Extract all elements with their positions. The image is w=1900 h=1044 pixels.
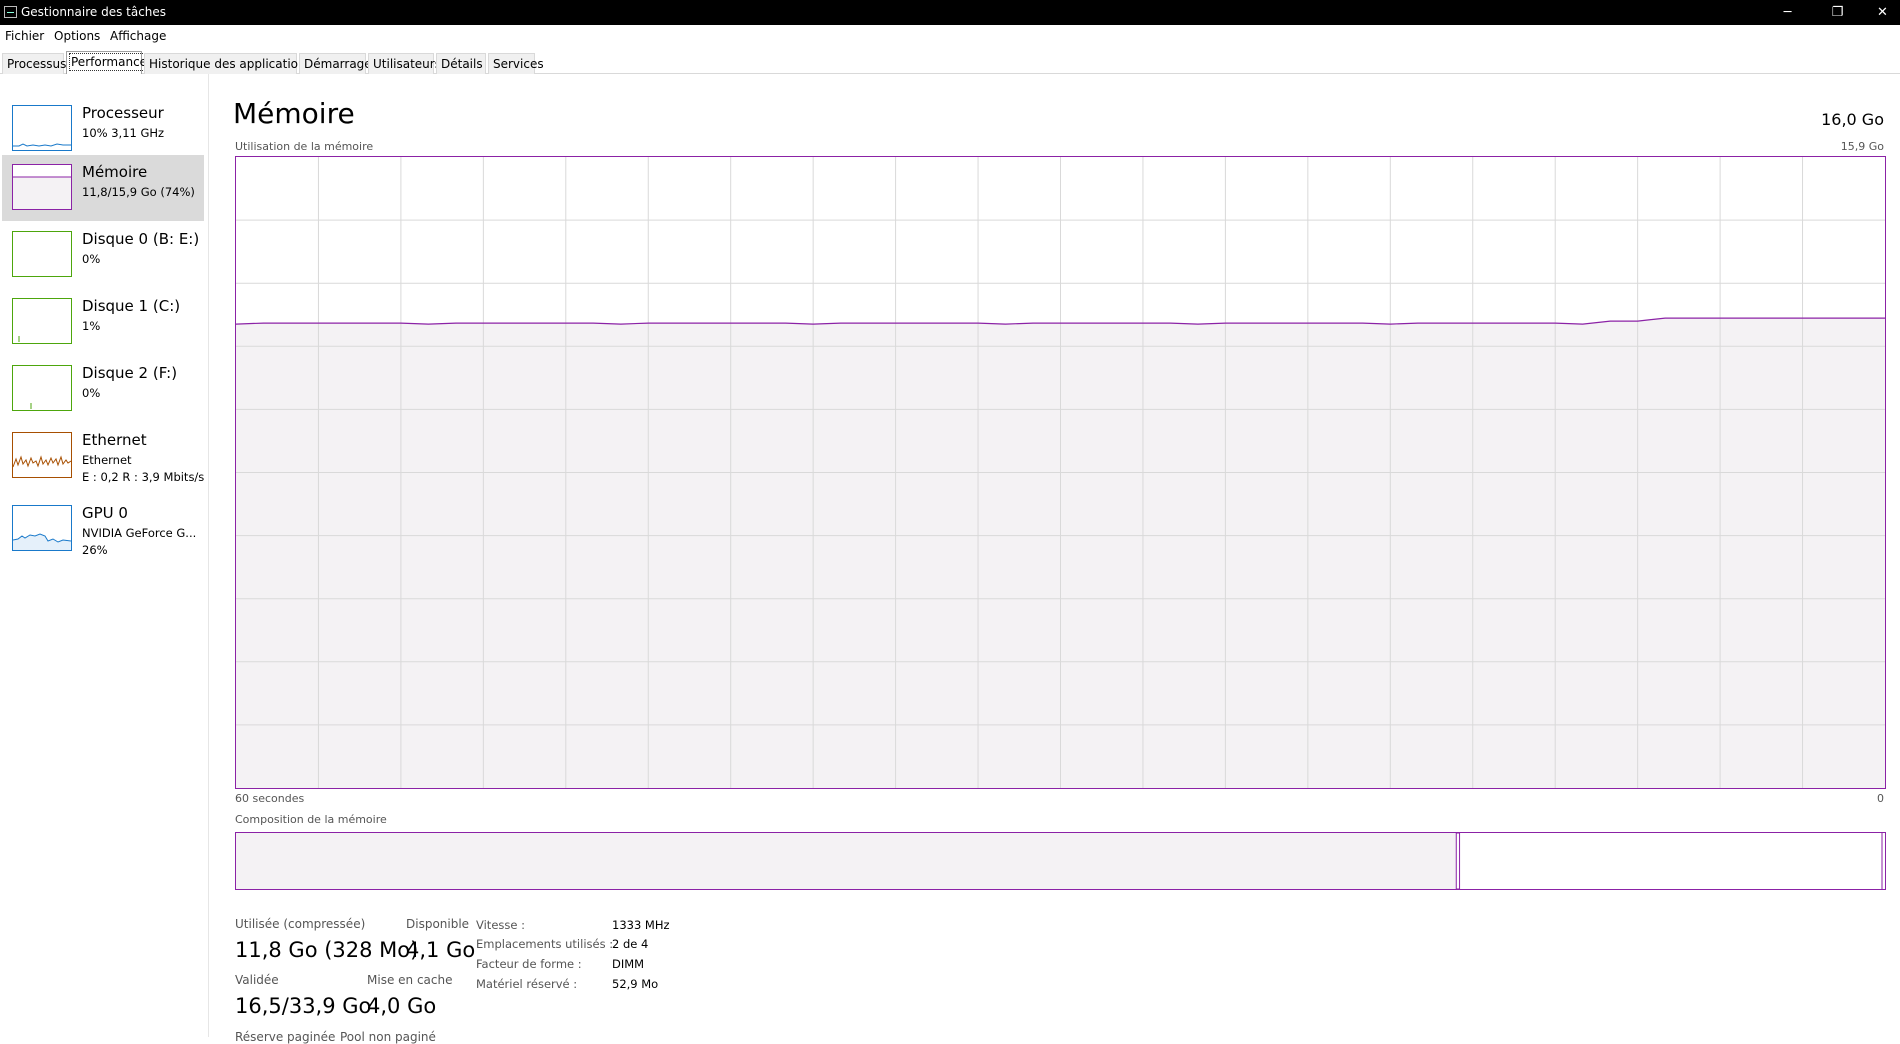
reserved-label: Matériel réservé : (476, 977, 578, 991)
composition-used (236, 833, 1457, 889)
committed-label: Validée (235, 973, 279, 987)
menu-fichier[interactable]: Fichier (5, 29, 44, 43)
gpu-graph-icon (12, 505, 72, 551)
sidebar-item-sub: 10% 3,11 GHz (82, 126, 165, 140)
restore-button[interactable]: ❐ (1815, 0, 1860, 25)
paged-pool-label: Réserve paginée (235, 1030, 336, 1044)
sidebar-item-sub: Ethernet (82, 453, 132, 467)
sidebar-item-sub: 1% (82, 319, 101, 333)
composition-modified (1455, 832, 1461, 890)
time-axis-left: 60 secondes (235, 792, 305, 805)
tab-utilisateurs[interactable]: Utilisateurs (368, 53, 441, 74)
sidebar-item-title: Ethernet (82, 431, 147, 449)
menu-affichage[interactable]: Affichage (110, 29, 166, 43)
sidebar-item-title: Mémoire (82, 163, 148, 181)
page-title: Mémoire (233, 97, 355, 130)
sidebar-item-disque-1[interactable]: Disque 1 (C:) 1% (2, 289, 204, 355)
sidebar-item-sub: 0% (82, 386, 101, 400)
disk-graph-icon (12, 298, 72, 344)
used-value: 11,8 Go (328 Mo) (235, 938, 419, 962)
memory-composition-bar (235, 832, 1886, 890)
memory-graph-icon (12, 164, 72, 210)
sidebar-item-sub2: E : 0,2 R : 3,9 Mbits/s (82, 470, 205, 484)
sidebar-item-ethernet[interactable]: Ethernet Ethernet E : 0,2 R : 3,9 Mbits/… (2, 423, 204, 489)
disk-graph-icon (12, 231, 72, 277)
sidebar-item-memoire[interactable]: Mémoire 11,8/15,9 Go (74%) (2, 155, 204, 221)
tab-demarrage[interactable]: Démarrage (299, 53, 372, 74)
menu-options[interactable]: Options (54, 29, 100, 43)
tab-services[interactable]: Services (488, 53, 544, 74)
disk-graph-icon (12, 365, 72, 411)
speed-value: 1333 MHz (612, 918, 670, 932)
tab-bar: Processus Performance Historique des app… (0, 51, 1900, 74)
slots-label: Emplacements utilisés : (476, 937, 614, 951)
sidebar-item-title: Disque 0 (B: E:) (82, 230, 200, 248)
available-label: Disponible (406, 917, 470, 931)
sidebar-item-title: Disque 2 (F:) (82, 364, 178, 382)
reserved-value: 52,9 Mo (612, 977, 659, 991)
sidebar-item-title: GPU 0 (82, 504, 128, 522)
title-bar: Gestionnaire des tâches ─ ❐ ✕ (0, 0, 1900, 25)
sidebar-item-title: Processeur (82, 104, 164, 122)
tab-details[interactable]: Détails (436, 53, 486, 74)
speed-label: Vitesse : (476, 918, 525, 932)
usage-graph-label: Utilisation de la mémoire (235, 140, 374, 153)
tab-historique[interactable]: Historique des applications (144, 53, 312, 74)
cached-value: 4,0 Go (367, 994, 437, 1018)
cpu-graph-icon (12, 105, 72, 151)
form-factor-label: Facteur de forme : (476, 957, 582, 971)
tab-performance[interactable]: Performance (66, 51, 150, 74)
window-title: Gestionnaire des tâches (21, 5, 167, 19)
available-value: 4,1 Go (406, 938, 476, 962)
close-button[interactable]: ✕ (1860, 0, 1900, 25)
slots-value: 2 de 4 (612, 937, 649, 951)
composition-plot (236, 832, 1883, 890)
memory-usage-plot (236, 157, 1885, 788)
sidebar-item-sub: 0% (82, 252, 101, 266)
sidebar-item-sub: NVIDIA GeForce G... (82, 526, 197, 540)
sidebar-item-gpu-0[interactable]: GPU 0 NVIDIA GeForce G... 26% (2, 496, 204, 562)
usage-graph-max: 15,9 Go (1840, 140, 1884, 153)
composition-label: Composition de la mémoire (235, 813, 387, 826)
resource-list: Processeur 10% 3,11 GHz Mémoire 11,8/15,… (0, 74, 209, 1037)
form-factor-value: DIMM (612, 957, 645, 971)
cached-label: Mise en cache (367, 973, 453, 987)
total-memory: 16,0 Go (1821, 110, 1884, 129)
sidebar-item-processeur[interactable]: Processeur 10% 3,11 GHz (2, 96, 204, 162)
sidebar-item-sub2: 26% (82, 543, 108, 557)
sidebar-item-disque-2[interactable]: Disque 2 (F:) 0% (2, 356, 204, 422)
task-manager-icon (4, 6, 17, 18)
minimize-button[interactable]: ─ (1765, 0, 1810, 25)
menu-bar: Fichier Options Affichage (0, 25, 1900, 47)
time-axis-right: 0 (1877, 792, 1884, 805)
tab-processus[interactable]: Processus (2, 53, 66, 74)
nonpaged-pool-label: Pool non paginé (340, 1030, 436, 1044)
sidebar-item-sub: 11,8/15,9 Go (74%) (82, 185, 195, 199)
memory-usage-graph (235, 156, 1886, 789)
sidebar-item-title: Disque 1 (C:) (82, 297, 181, 315)
sidebar-item-disque-0[interactable]: Disque 0 (B: E:) 0% (2, 222, 204, 288)
used-label: Utilisée (compressée) (235, 917, 366, 931)
ethernet-graph-icon (12, 432, 72, 478)
committed-value: 16,5/33,9 Go (235, 994, 372, 1018)
